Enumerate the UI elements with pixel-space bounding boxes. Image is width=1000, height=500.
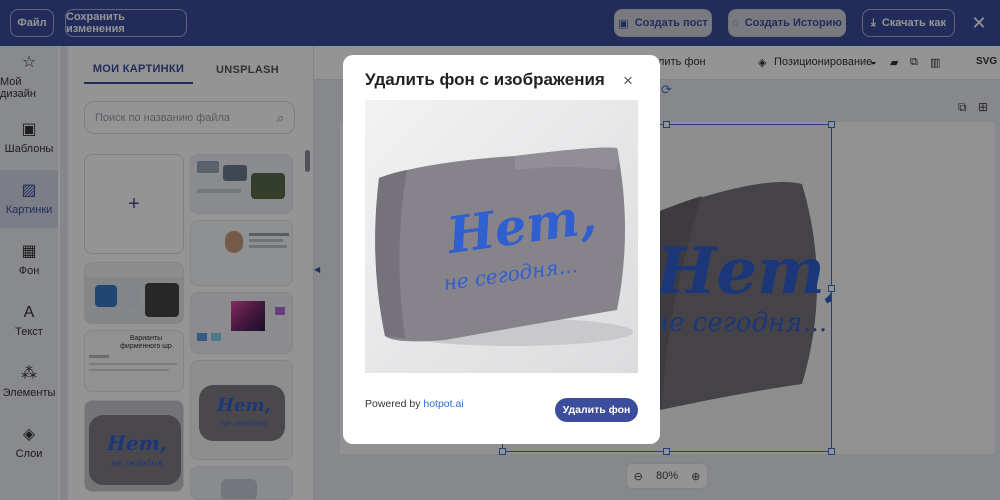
powered-prefix: Powered by: [365, 398, 421, 410]
preview-image: Нет, не сегодня...: [365, 100, 638, 373]
remove-background-button[interactable]: Удалить фон: [555, 398, 638, 422]
hotpot-link[interactable]: hotpot.ai: [423, 398, 463, 410]
powered-by: Powered by hotpot.ai: [365, 398, 464, 410]
close-icon[interactable]: ×: [623, 71, 633, 91]
remove-background-dialog: Удалить фон с изображения × Нет, не сего…: [343, 55, 660, 444]
dialog-title: Удалить фон с изображения: [365, 70, 605, 89]
